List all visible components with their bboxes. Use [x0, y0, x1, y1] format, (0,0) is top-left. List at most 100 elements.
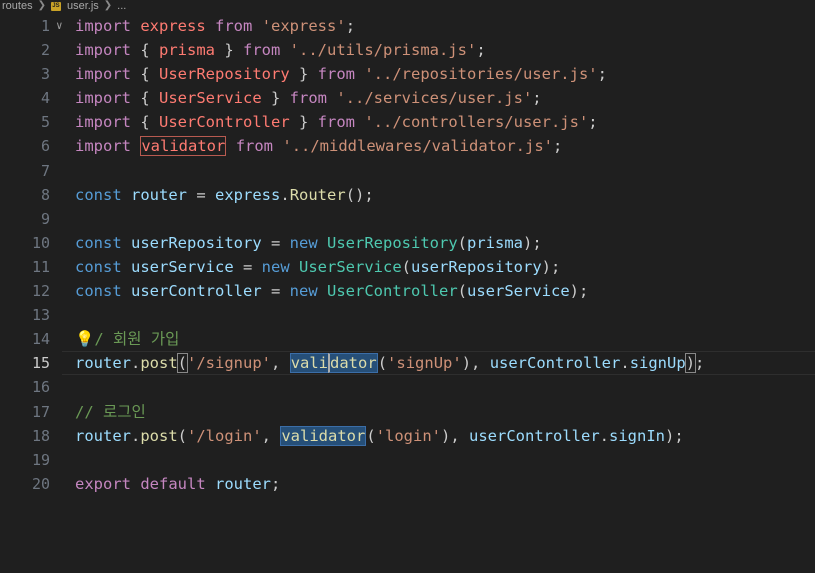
chevron-right-icon: ❯: [103, 0, 113, 11]
code-token: '../middlewares/validator.js': [282, 137, 553, 156]
code-line[interactable]: 12 const userController = new UserControl…: [0, 279, 815, 303]
breadcrumb: routes ❯ JS user.js ❯ ...: [0, 0, 815, 12]
code-token: =: [261, 282, 290, 301]
code-line[interactable]: 4 import { UserService } from '../service…: [0, 86, 815, 110]
code-line[interactable]: 10 const userRepository = new UserReposit…: [0, 231, 815, 255]
code-line[interactable]: 15 router.post('/signup', vali dator('sign…: [0, 351, 815, 376]
code-token: from: [235, 137, 274, 156]
code-line[interactable]: 3 import { UserRepository } from '../repo…: [0, 62, 815, 86]
code-token: 'login': [375, 426, 442, 445]
code-token: / 회원 가입: [94, 330, 180, 349]
code-token: router: [215, 474, 272, 493]
code-line[interactable]: 17 // 로그인: [0, 400, 815, 424]
code-line[interactable]: 18 router.post('/login', validator('login…: [0, 424, 815, 448]
code-line[interactable]: 9: [0, 207, 815, 231]
code-line[interactable]: 7: [0, 159, 815, 183]
code-token: );: [523, 233, 542, 252]
code-token: prisma: [159, 41, 215, 60]
code-token: '../repositories/user.js': [364, 65, 598, 84]
code-token: import: [75, 89, 131, 108]
code-token: ),: [441, 426, 470, 445]
code-token: UserRepository: [327, 233, 458, 252]
code-text: // 로그인: [75, 400, 146, 424]
code-token: {: [131, 65, 159, 84]
code-token: UserRepository: [159, 65, 290, 84]
code-token: express: [215, 185, 281, 204]
code-text: import { UserRepository } from '../repos…: [75, 62, 607, 86]
code-token: }: [261, 89, 290, 108]
code-token: (: [457, 282, 468, 301]
code-token: '../controllers/user.js': [364, 113, 589, 132]
code-token: import: [75, 137, 131, 156]
code-token: validator: [140, 136, 227, 157]
code-token: =: [187, 185, 216, 204]
code-line[interactable]: 16: [0, 375, 815, 399]
code-text: router.post('/login', validator('login')…: [75, 424, 684, 448]
line-number: 18: [31, 426, 50, 445]
code-line[interactable]: 20 export default router;: [0, 472, 815, 496]
code-token: validator: [280, 425, 367, 446]
code-token: {: [131, 41, 159, 60]
code-line[interactable]: 8 const router = express.Router();: [0, 183, 815, 207]
code-token: {: [131, 89, 159, 108]
code-token: ;: [588, 113, 598, 132]
code-token: (: [366, 426, 376, 445]
code-token: new: [261, 257, 290, 276]
code-token: from: [317, 113, 355, 132]
chevron-right-icon: ❯: [37, 0, 46, 11]
code-token: UserController: [159, 113, 290, 132]
code-token: .: [280, 185, 290, 204]
code-text: const userRepository = new UserRepositor…: [75, 231, 542, 255]
code-token: '../utils/prisma.js': [289, 41, 477, 60]
code-token: ;: [476, 41, 486, 60]
code-token: (: [457, 233, 468, 252]
code-token: userService: [131, 257, 234, 276]
code-token: const: [75, 233, 122, 252]
code-token: ;: [597, 65, 607, 84]
code-token: .: [131, 354, 141, 373]
line-number: 10: [31, 233, 50, 252]
lightbulb-icon[interactable]: 💡: [75, 330, 94, 348]
line-number: 16: [31, 378, 50, 397]
code-text: export default router;: [75, 472, 280, 496]
breadcrumb-symbols[interactable]: ...: [115, 0, 128, 12]
code-line[interactable]: 13: [0, 303, 815, 327]
code-token: ;: [271, 474, 281, 493]
line-number: 17: [31, 402, 50, 421]
fold-chevron-icon[interactable]: ∨: [56, 14, 63, 38]
code-line[interactable]: 19: [0, 448, 815, 472]
code-line[interactable]: 1 ∨ import express from 'express';: [0, 14, 815, 38]
code-line[interactable]: 14 💡/ 회원 가입: [0, 327, 815, 351]
code-token: from: [243, 41, 281, 60]
code-token: .: [131, 426, 141, 445]
code-token: dator: [328, 353, 378, 374]
code-token: userController: [131, 282, 262, 301]
breadcrumb-folder[interactable]: routes: [0, 0, 35, 12]
code-text: const userController = new UserControlle…: [75, 279, 588, 303]
code-text: import { prisma } from '../utils/prisma.…: [75, 38, 486, 62]
code-token: 'express': [261, 17, 346, 35]
code-token: userController: [489, 354, 621, 373]
code-line[interactable]: 11 const userService = new UserService(us…: [0, 255, 815, 279]
code-line[interactable]: 2 import { prisma } from '../utils/prisma…: [0, 38, 815, 62]
code-editor[interactable]: 1 ∨ import express from 'express'; 2 import …: [0, 14, 815, 496]
code-line[interactable]: 5 import { UserController } from '../cont…: [0, 110, 815, 134]
code-token: from: [317, 65, 355, 84]
code-token: userRepository: [411, 257, 542, 276]
line-number: 6: [40, 137, 50, 156]
code-token: ,: [271, 354, 290, 373]
breadcrumb-file[interactable]: user.js: [65, 0, 101, 12]
code-token: '/signup': [187, 354, 272, 373]
line-number: 13: [31, 306, 50, 325]
code-token: import: [75, 17, 131, 35]
code-line[interactable]: 6 import validator from '../middlewares/v…: [0, 134, 815, 158]
